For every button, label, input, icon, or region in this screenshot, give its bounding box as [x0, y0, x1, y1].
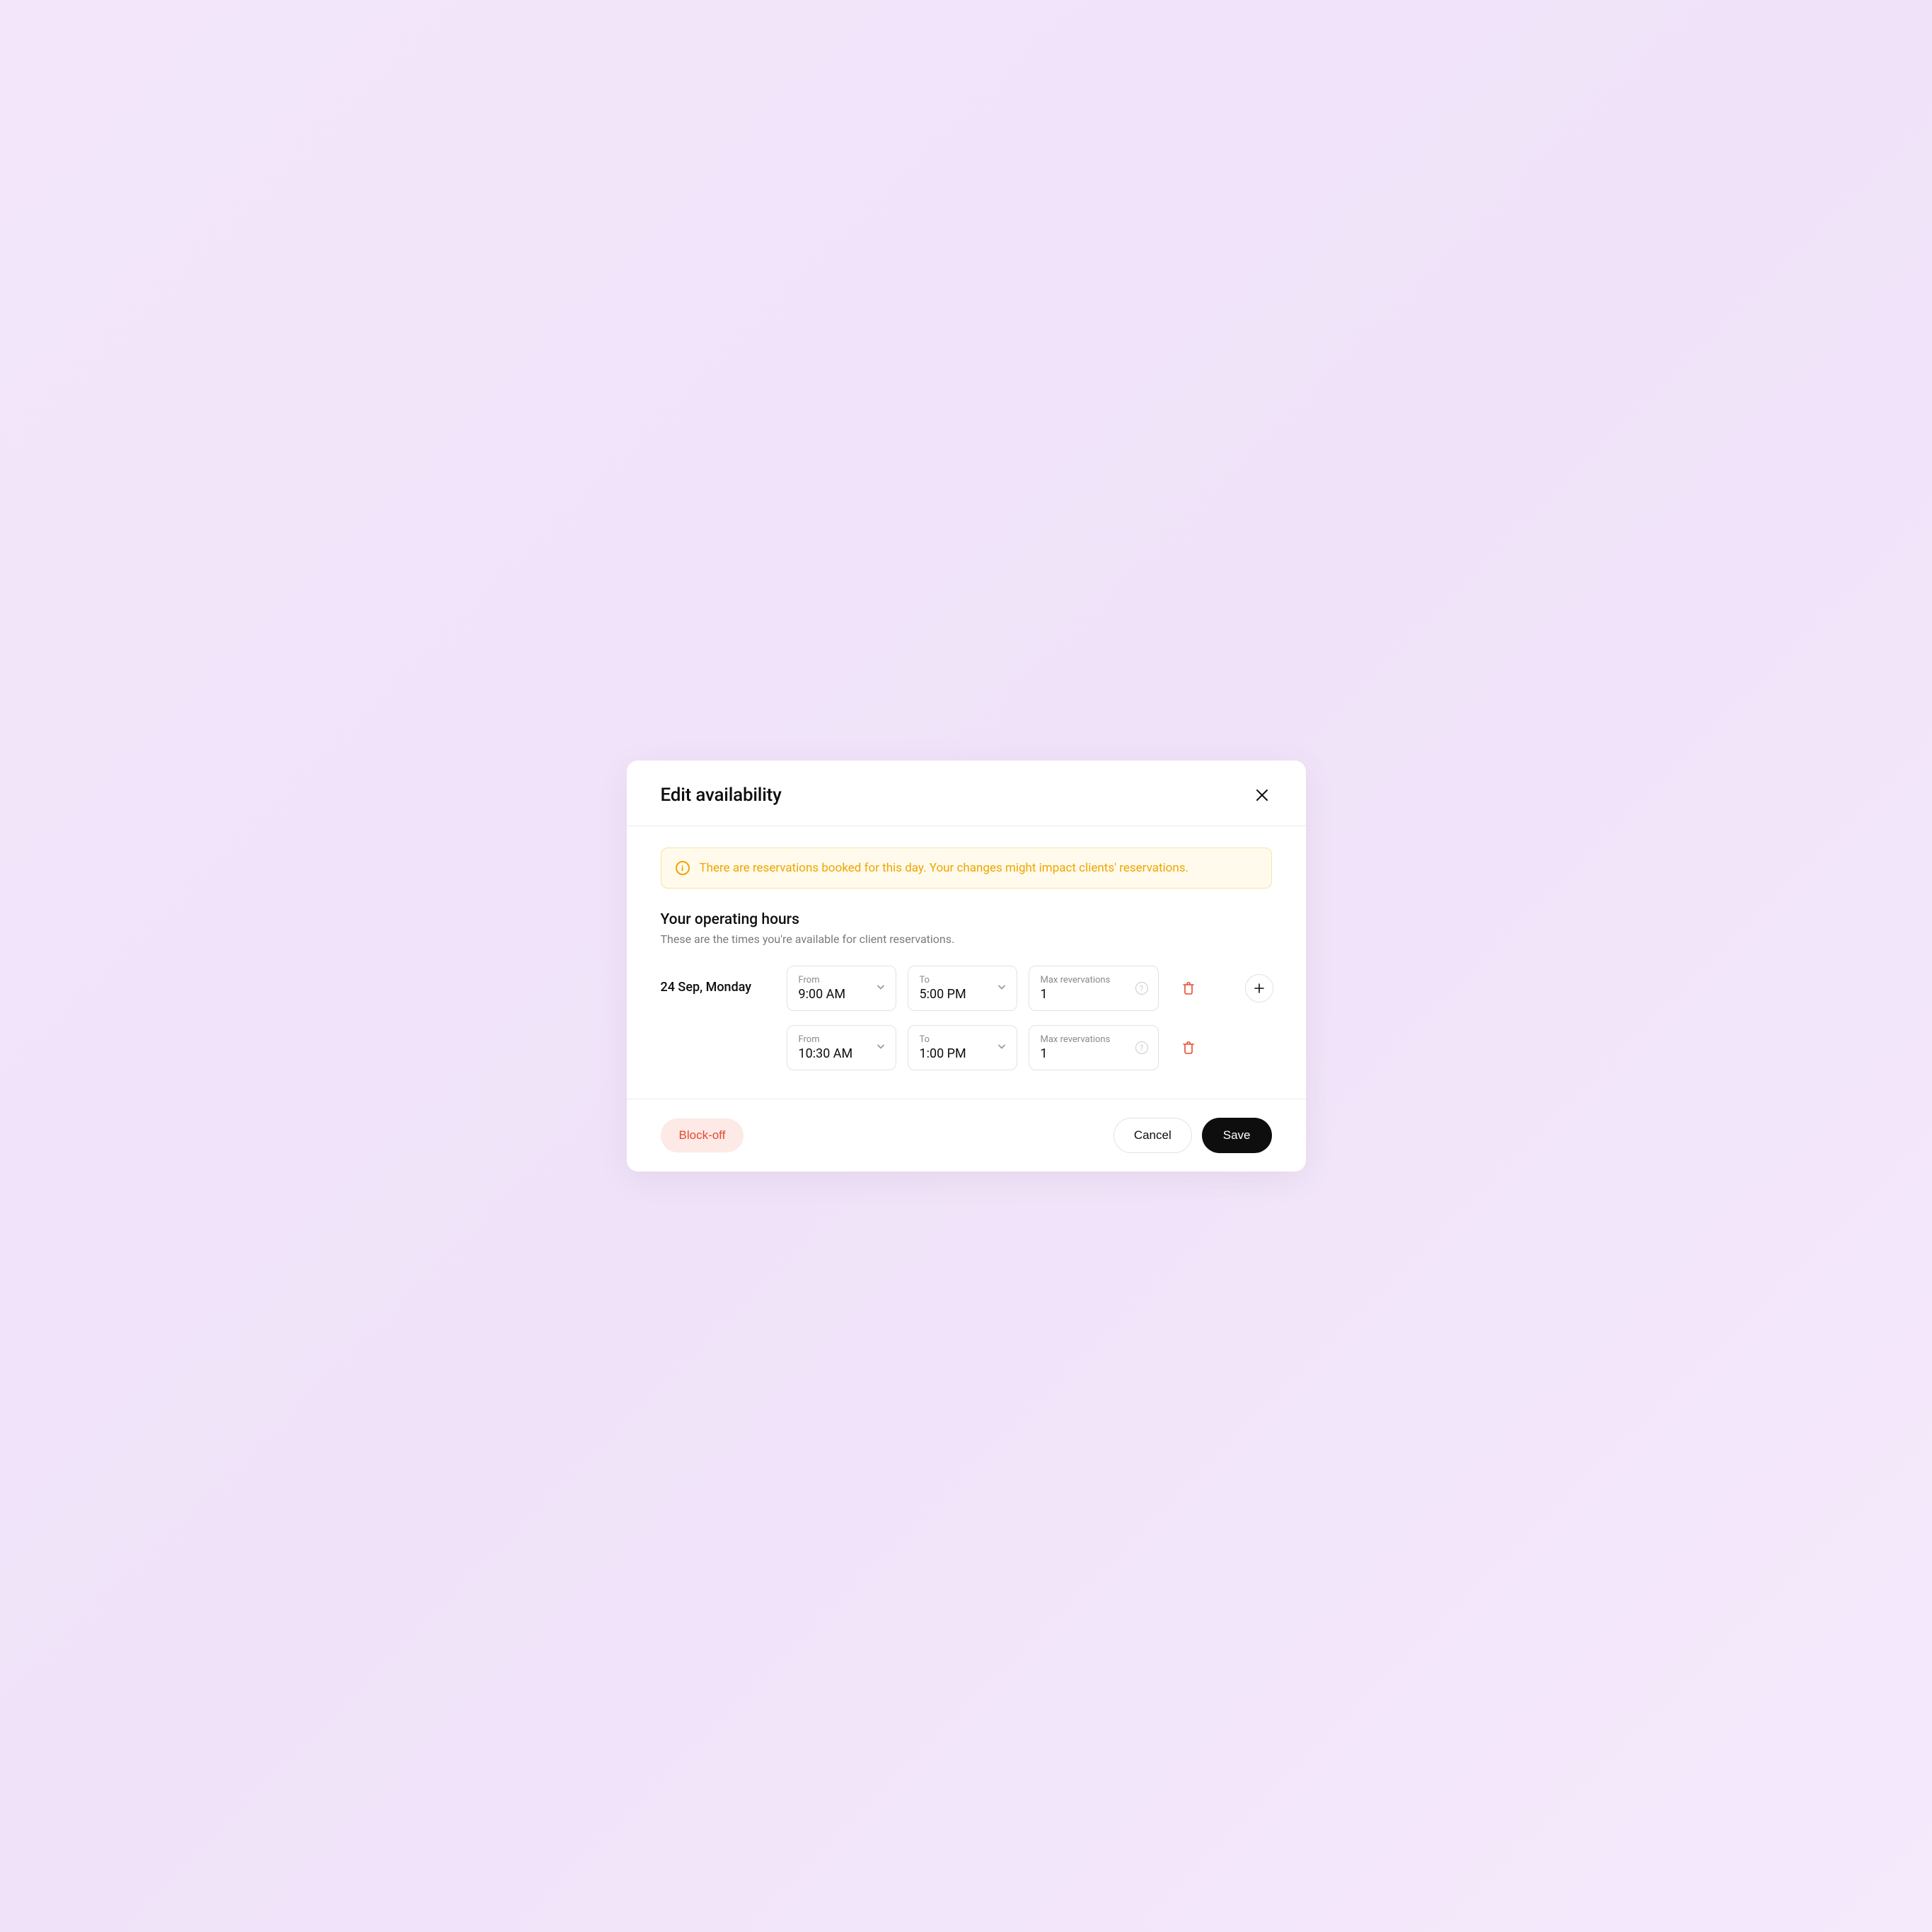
chevron-down-icon	[997, 982, 1007, 995]
to-value: 1:00 PM	[920, 1046, 966, 1061]
modal-footer: Block-off Cancel Save	[627, 1099, 1306, 1172]
trash-icon	[1183, 1041, 1194, 1054]
close-button[interactable]	[1252, 785, 1272, 805]
to-select[interactable]: To 5:00 PM	[908, 966, 1017, 1011]
time-row: From 10:30 AM To 1:00 PM M	[787, 1025, 1273, 1070]
time-row: From 9:00 AM To 5:00 PM Ma	[787, 966, 1273, 1011]
section-subtitle: These are the times you're available for…	[661, 932, 1272, 946]
from-value: 9:00 AM	[799, 987, 846, 1002]
delete-row-button[interactable]	[1176, 976, 1201, 1001]
modal-body: There are reservations booked for this d…	[627, 826, 1306, 1099]
field-label: To	[920, 975, 1005, 985]
chevron-down-icon	[876, 1041, 886, 1055]
from-value: 10:30 AM	[799, 1046, 853, 1061]
block-off-button[interactable]: Block-off	[661, 1118, 744, 1152]
warning-banner: There are reservations booked for this d…	[661, 848, 1272, 889]
footer-actions: Cancel Save	[1113, 1118, 1272, 1153]
info-icon	[676, 861, 690, 875]
save-button[interactable]: Save	[1202, 1118, 1272, 1153]
plus-icon	[1254, 983, 1264, 993]
hours-container: 24 Sep, Monday From 9:00 AM To 5:00 PM	[661, 966, 1272, 1070]
max-reservations-input[interactable]: Max revervations 1	[1029, 1025, 1159, 1070]
field-label: From	[799, 1034, 884, 1045]
from-select[interactable]: From 9:00 AM	[787, 966, 896, 1011]
trash-icon	[1183, 982, 1194, 995]
to-value: 5:00 PM	[920, 987, 966, 1002]
modal-header: Edit availability	[627, 760, 1306, 826]
close-icon	[1256, 789, 1268, 802]
section-title: Your operating hours	[661, 911, 1272, 928]
max-value: 1	[1041, 1046, 1048, 1061]
to-select[interactable]: To 1:00 PM	[908, 1025, 1017, 1070]
field-label: From	[799, 975, 884, 985]
modal-title: Edit availability	[661, 785, 782, 806]
max-value: 1	[1041, 987, 1048, 1002]
help-icon[interactable]	[1135, 1041, 1148, 1054]
from-select[interactable]: From 10:30 AM	[787, 1025, 896, 1070]
field-label: Max revervations	[1041, 975, 1147, 985]
field-label: To	[920, 1034, 1005, 1045]
cancel-button[interactable]: Cancel	[1113, 1118, 1192, 1153]
time-rows: From 9:00 AM To 5:00 PM Ma	[787, 966, 1273, 1070]
edit-availability-modal: Edit availability There are reservations…	[627, 760, 1306, 1172]
max-reservations-input[interactable]: Max revervations 1	[1029, 966, 1159, 1011]
field-label: Max revervations	[1041, 1034, 1147, 1045]
warning-text: There are reservations booked for this d…	[700, 861, 1189, 875]
chevron-down-icon	[876, 982, 886, 995]
add-row-button[interactable]	[1245, 974, 1273, 1002]
help-icon[interactable]	[1135, 982, 1148, 995]
delete-row-button[interactable]	[1176, 1035, 1201, 1060]
date-label: 24 Sep, Monday	[661, 966, 760, 995]
chevron-down-icon	[997, 1041, 1007, 1055]
